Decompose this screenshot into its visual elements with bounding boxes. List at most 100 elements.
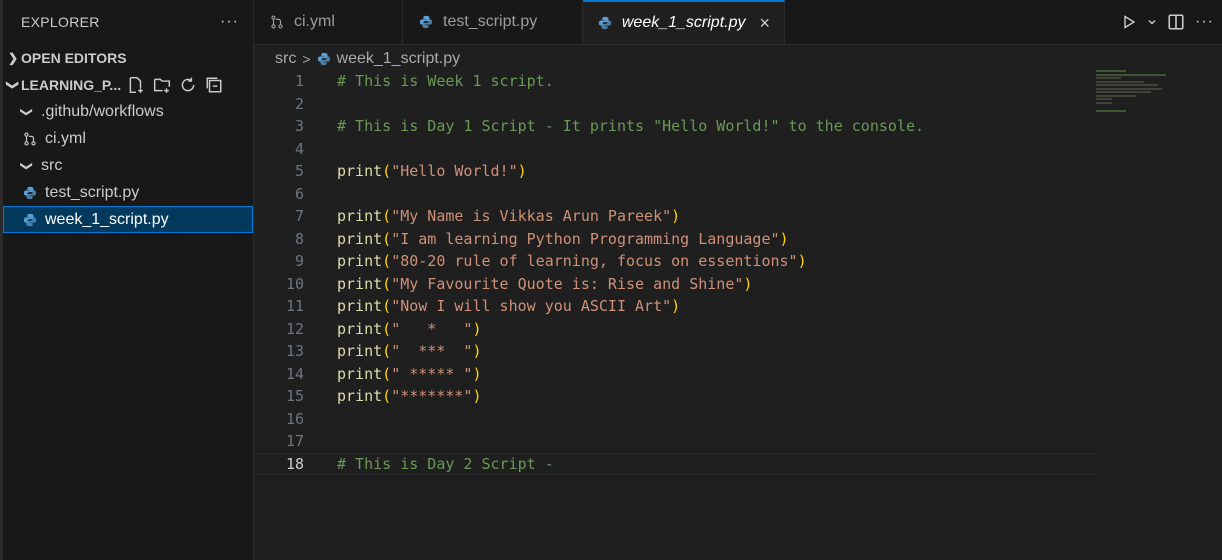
line-number: 9 (294, 252, 304, 271)
code-line[interactable]: 6 (254, 183, 1098, 206)
collapse-all-icon[interactable] (205, 76, 223, 94)
code-string: "80-20 rule of learning, focus on essent… (391, 252, 798, 271)
code-function: print (337, 342, 383, 361)
code-function: print (337, 207, 383, 226)
code-paren: ) (472, 319, 482, 338)
tab-label: test_script.py (443, 13, 538, 30)
code-line[interactable]: 5 print("Hello World!") (254, 160, 1098, 183)
code-comment: # This is Week 1 script. (337, 72, 554, 91)
code-line[interactable]: 9 print("80-20 rule of learning, focus on… (254, 250, 1098, 273)
chevron-down-icon[interactable] (1147, 17, 1157, 27)
tree-label: src (41, 156, 63, 174)
line-number: 2 (294, 94, 304, 113)
line-number: 13 (285, 342, 304, 361)
code-line[interactable]: 11 print("Now I will show you ASCII Art") (254, 295, 1098, 318)
tree-item-github-workflows[interactable]: ❯ .github/workflows (3, 98, 253, 125)
code-line[interactable]: 3 # This is Day 1 Script - It prints "Hel… (254, 115, 1098, 138)
minimap-line (1096, 70, 1126, 72)
git-pull-request-icon (268, 15, 286, 29)
run-icon[interactable] (1121, 14, 1137, 30)
code-comment: # This is Day 2 Script - (337, 454, 554, 473)
code-paren: ( (382, 229, 392, 248)
code-line[interactable]: 4 (254, 138, 1098, 161)
code-string: " ***** " (391, 364, 473, 383)
line-number: 3 (294, 117, 304, 136)
chevron-right-icon: ❯ (7, 50, 19, 65)
tree-item-test-script[interactable]: test_script.py (3, 179, 253, 206)
refresh-icon[interactable] (179, 76, 197, 94)
chevron-down-icon: ❯ (20, 106, 34, 117)
python-icon (597, 16, 614, 30)
close-icon[interactable]: × (759, 13, 770, 34)
minimap-line (1096, 98, 1112, 100)
minimap[interactable] (1096, 70, 1176, 120)
explorer-title: EXPLORER (21, 14, 100, 30)
minimap-line (1096, 94, 1136, 97)
breadcrumb-file[interactable]: week_1_script.py (337, 50, 461, 68)
code-paren: ) (797, 252, 807, 271)
code-line[interactable]: 17 (254, 430, 1098, 453)
code-line[interactable]: 14 print(" ***** ") (254, 363, 1098, 386)
code-editor[interactable]: 1 # This is Week 1 script. 2 3 # This is Day… (254, 70, 1098, 475)
code-paren: ( (382, 274, 392, 293)
breadcrumb-separator: > (302, 51, 311, 67)
code-line[interactable]: 16 (254, 408, 1098, 431)
code-line[interactable]: 8 print("I am learning Python Programming… (254, 228, 1098, 251)
more-actions-icon[interactable]: ··· (1195, 13, 1214, 31)
code-paren: ) (472, 342, 482, 361)
tab-ci-yml[interactable]: ci.yml (254, 0, 403, 44)
line-number: 18 (285, 454, 304, 473)
tree-item-week-1-script[interactable]: week_1_script.py (3, 206, 253, 233)
tab-week-1-script[interactable]: week_1_script.py × (583, 0, 785, 44)
code-line[interactable]: 12 print(" * ") (254, 318, 1098, 341)
tab-test-script[interactable]: test_script.py (403, 0, 583, 44)
line-number: 12 (285, 319, 304, 338)
code-paren: ( (382, 364, 392, 383)
chevron-down-icon: ❯ (6, 79, 20, 90)
code-string: " *** " (391, 342, 473, 361)
code-paren: ) (517, 162, 527, 181)
code-string: "Now I will show you ASCII Art" (391, 297, 672, 316)
code-paren: ) (472, 364, 482, 383)
tree-item-src[interactable]: ❯ src (3, 152, 253, 179)
code-line[interactable]: 2 (254, 93, 1098, 116)
code-line[interactable]: 13 print(" *** ") (254, 340, 1098, 363)
minimap-line (1096, 109, 1126, 112)
new-folder-icon[interactable] (153, 76, 171, 94)
code-paren: ) (779, 229, 789, 248)
code-line[interactable]: 7 print("My Name is Vikkas Arun Pareek") (254, 205, 1098, 228)
python-icon (417, 15, 435, 29)
code-paren: ( (382, 297, 392, 316)
code-string: "Hello World!" (391, 162, 518, 181)
explorer-more-icon[interactable]: ··· (220, 13, 239, 31)
minimap-line (1096, 101, 1112, 104)
open-editors-section[interactable]: ❯ OPEN EDITORS (3, 44, 253, 71)
split-editor-icon[interactable] (1167, 13, 1185, 31)
code-function: print (337, 229, 383, 248)
python-icon (317, 52, 331, 66)
code-line[interactable]: 18 # This is Day 2 Script - (254, 452, 1098, 475)
new-file-icon[interactable] (127, 76, 145, 94)
code-paren: ( (382, 162, 392, 181)
git-pull-request-icon (21, 131, 39, 146)
tree-label: test_script.py (45, 183, 140, 201)
tree-item-ci-yml[interactable]: ci.yml (3, 125, 253, 152)
line-number: 14 (285, 364, 304, 383)
breadcrumb-folder[interactable]: src (275, 50, 296, 68)
code-line[interactable]: 1 # This is Week 1 script. (254, 70, 1098, 93)
code-paren: ( (382, 319, 392, 338)
code-paren: ( (382, 387, 392, 406)
code-paren: ) (472, 387, 482, 406)
project-label: LEARNING_P... (21, 76, 122, 93)
code-function: print (337, 387, 383, 406)
code-string: "I am learning Python Programming Langua… (391, 229, 780, 248)
code-paren: ( (382, 252, 392, 271)
project-section[interactable]: ❯ LEARNING_P... (3, 71, 253, 98)
tree-label: week_1_script.py (45, 210, 169, 228)
code-line[interactable]: 10 print("My Favourite Quote is: Rise and… (254, 273, 1098, 296)
line-number: 1 (294, 72, 304, 91)
line-number: 7 (294, 207, 304, 226)
code-line[interactable]: 15 print("*******") (254, 385, 1098, 408)
explorer-sidebar: EXPLORER ··· ❯ OPEN EDITORS ❯ LEARNING_P… (0, 0, 254, 560)
code-string: "My Name is Vikkas Arun Pareek" (391, 207, 672, 226)
